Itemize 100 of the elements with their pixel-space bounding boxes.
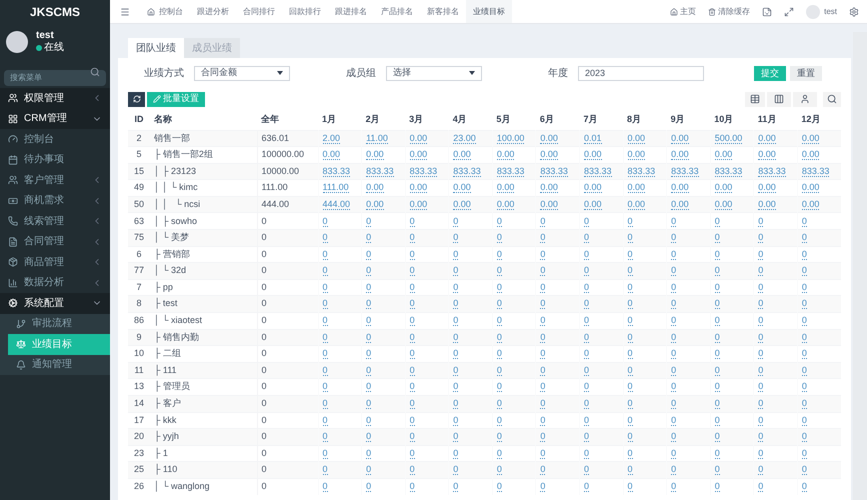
editable-value[interactable]: 0 (496, 448, 502, 459)
search-button[interactable] (823, 92, 841, 106)
nav-tab[interactable]: 回款排行 (282, 0, 328, 23)
editable-value[interactable]: 0.00 (628, 198, 646, 210)
editable-value[interactable]: 0.00 (671, 132, 689, 144)
editable-value[interactable]: 0 (802, 216, 807, 227)
editable-value[interactable]: 0 (671, 248, 676, 260)
editable-value[interactable]: 11.00 (366, 132, 388, 144)
editable-value[interactable]: 0 (758, 448, 764, 459)
editable-value[interactable]: 0 (584, 464, 589, 476)
editable-value[interactable]: 0 (410, 464, 415, 476)
editable-value[interactable]: 833.33 (366, 166, 394, 177)
sidebar-item[interactable]: 合同管理 (0, 232, 110, 252)
editable-value[interactable]: 0 (496, 282, 502, 293)
editable-value[interactable]: 0 (496, 248, 502, 260)
editable-value[interactable]: 0 (322, 248, 328, 260)
sidebar-item[interactable]: 待办事项 (0, 150, 110, 170)
editable-value[interactable]: 0 (540, 216, 546, 227)
editable-value[interactable]: 0 (496, 481, 502, 492)
editable-value[interactable]: 0 (496, 216, 502, 227)
editable-value[interactable]: 0 (714, 381, 720, 392)
editable-value[interactable]: 0 (758, 298, 764, 310)
sidebar-item[interactable]: 控制台 (0, 129, 110, 150)
editable-value[interactable]: 0 (714, 464, 720, 476)
editable-value[interactable]: 0 (584, 414, 589, 426)
editable-value[interactable]: 0 (410, 481, 415, 492)
editable-value[interactable]: 0 (410, 448, 415, 459)
editable-value[interactable]: 0 (671, 232, 676, 244)
year-field[interactable]: 2023 (578, 66, 704, 80)
editable-value[interactable]: 0 (366, 364, 372, 376)
user-menu-name[interactable]: test (824, 6, 837, 18)
nav-tab[interactable]: 业绩目标 (466, 0, 512, 23)
editable-value[interactable]: 0 (628, 265, 633, 276)
editable-value[interactable]: 0 (410, 414, 415, 426)
editable-value[interactable]: 0 (802, 431, 807, 442)
editable-value[interactable]: 100.00 (496, 132, 524, 144)
editable-value[interactable]: 0 (540, 464, 546, 476)
editable-value[interactable]: 0.01 (584, 132, 602, 144)
editable-value[interactable]: 0 (322, 216, 328, 227)
editable-value[interactable]: 0.00 (802, 149, 820, 160)
editable-value[interactable]: 0 (584, 216, 589, 227)
editable-value[interactable]: 111.00 (322, 182, 349, 194)
editable-value[interactable]: 0 (628, 232, 633, 244)
editable-value[interactable]: 0 (671, 481, 676, 492)
editable-value[interactable]: 0 (366, 216, 372, 227)
editable-value[interactable]: 0 (540, 298, 546, 310)
editable-value[interactable]: 0 (366, 315, 372, 326)
editable-value[interactable]: 0 (410, 348, 415, 360)
editable-value[interactable]: 0 (322, 232, 328, 244)
editable-value[interactable]: 0 (366, 282, 372, 293)
editable-value[interactable]: 0 (758, 381, 764, 392)
editable-value[interactable]: 0 (802, 364, 807, 376)
editable-value[interactable]: 0 (671, 265, 676, 276)
editable-value[interactable]: 0 (322, 414, 328, 426)
editable-value[interactable]: 0.00 (802, 132, 820, 144)
editable-value[interactable]: 833.33 (714, 166, 742, 177)
editable-value[interactable]: 0 (714, 248, 720, 260)
editable-value[interactable]: 0 (540, 414, 546, 426)
editable-value[interactable]: 0 (366, 414, 372, 426)
editable-value[interactable]: 0 (453, 332, 458, 343)
editable-value[interactable]: 0 (366, 464, 372, 476)
editable-value[interactable]: 0 (584, 298, 589, 310)
editable-value[interactable]: 0 (628, 282, 633, 293)
editable-value[interactable]: 0 (453, 414, 458, 426)
editable-value[interactable]: 0 (758, 282, 764, 293)
editable-value[interactable]: 0 (366, 265, 372, 276)
editable-value[interactable]: 0 (540, 364, 546, 376)
editable-value[interactable]: 0 (802, 448, 807, 459)
editable-value[interactable]: 0 (628, 398, 633, 410)
clear-cache-link[interactable]: 清除缓存 (708, 6, 750, 18)
editable-value[interactable]: 0 (584, 315, 589, 326)
editable-value[interactable]: 0 (540, 282, 546, 293)
editable-value[interactable]: 0 (584, 232, 589, 244)
editable-value[interactable]: 0 (758, 332, 764, 343)
editable-value[interactable]: 0 (758, 348, 764, 360)
editable-value[interactable]: 0 (671, 315, 676, 326)
editable-value[interactable]: 0.00 (628, 149, 646, 160)
editable-value[interactable]: 833.33 (453, 166, 481, 177)
editable-value[interactable]: 0.00 (671, 198, 689, 210)
editable-value[interactable]: 0 (671, 448, 676, 459)
editable-value[interactable]: 0 (758, 481, 764, 492)
editable-value[interactable]: 0 (714, 364, 720, 376)
editable-value[interactable]: 0 (322, 332, 328, 343)
editable-value[interactable]: 0 (802, 481, 807, 492)
editable-value[interactable]: 0.00 (671, 149, 689, 160)
editable-value[interactable]: 0 (453, 248, 458, 260)
editable-value[interactable]: 0 (802, 282, 807, 293)
nav-tab[interactable]: 产品排名 (374, 0, 420, 23)
editable-value[interactable]: 0 (410, 232, 415, 244)
editable-value[interactable]: 0 (802, 414, 807, 426)
editable-value[interactable]: 444.00 (322, 198, 350, 210)
editable-value[interactable]: 0 (496, 414, 502, 426)
editable-value[interactable]: 0 (714, 481, 720, 492)
editable-value[interactable]: 0 (322, 348, 328, 360)
editable-value[interactable]: 0.00 (758, 198, 776, 210)
editable-value[interactable]: 0 (410, 381, 415, 392)
editable-value[interactable]: 0 (496, 381, 502, 392)
filter-tab[interactable]: 成员业绩 (184, 38, 240, 58)
editable-value[interactable]: 0 (410, 265, 415, 276)
editable-value[interactable]: 0 (802, 248, 807, 260)
